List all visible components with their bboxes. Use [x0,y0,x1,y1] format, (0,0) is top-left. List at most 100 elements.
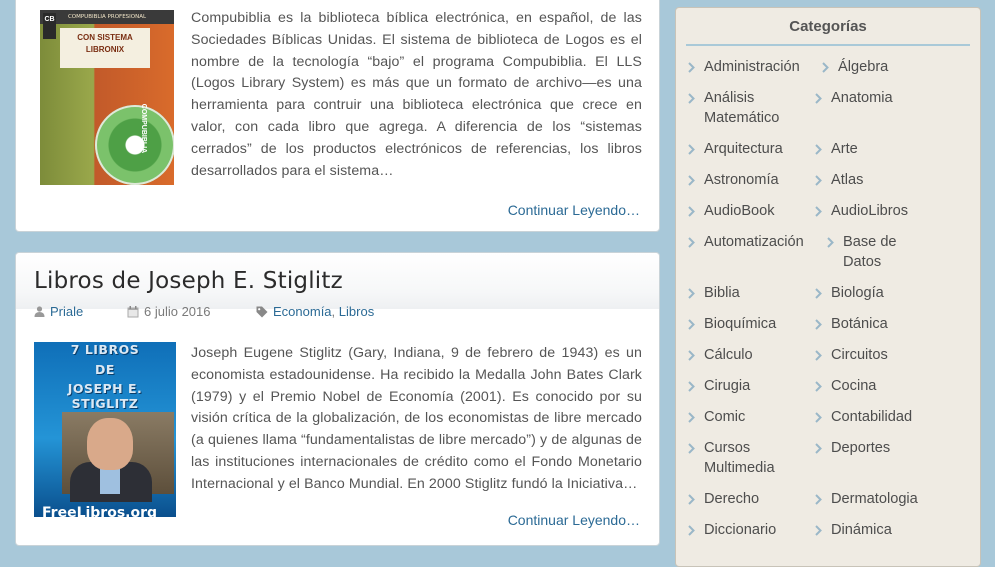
category-item[interactable]: Dermatologia [815,489,918,509]
read-more-link[interactable]: Continuar Leyendo… [508,202,640,218]
category-item[interactable]: Biblia [688,283,740,303]
category-item[interactable]: Botánica [815,314,888,334]
category-label: Atlas [831,172,864,188]
post-thumbnail[interactable]: COMPUBIBLIA PROFESIONAL CB CON SISTEMA L… [40,10,174,185]
cover-brand: FreeLibros.org [42,505,158,517]
post-date: 6 julio 2016 [127,304,211,319]
category-label: Bioquímica [704,316,777,332]
category-item[interactable]: Cocina [815,376,876,396]
category-label: Dermatologia [831,491,918,507]
category-label: Cirugia [704,378,751,394]
category-label: Dinámica [831,522,892,538]
chevron-right-icon [815,350,822,361]
category-label: Datos [843,254,882,270]
category-item[interactable]: Contabilidad [815,407,912,427]
category-item[interactable]: Comic [688,407,746,427]
chevron-right-icon [688,237,695,248]
cover-title-line: LIBRONIX [85,45,125,54]
categories-widget: Categorías Administración Álgebra Análisis… [675,7,981,567]
date-text: 6 julio 2016 [144,304,211,319]
chevron-right-icon [688,93,695,104]
chevron-right-icon [688,144,695,155]
category-label: Cursos [704,440,751,456]
category-label: AudioLibros [831,203,909,219]
category-label: Diccionario [704,522,777,538]
photo-face [87,418,133,470]
category-item[interactable]: Cirugia [688,376,751,396]
cover-title: CON SISTEMA LIBRONIX [60,28,150,68]
chevron-right-icon [815,412,822,423]
category-item[interactable]: Cálculo [688,345,753,365]
category-item[interactable]: AudioLibros [815,201,909,221]
post-categories: Economía, Libros [256,304,374,319]
category-link[interactable]: Libros [339,304,374,319]
post-card: Libros de Joseph E. Stiglitz Priale 6 ju… [15,252,660,546]
chevron-right-icon [688,350,695,361]
category-label: Biblia [704,285,740,301]
author-photo [62,412,174,502]
category-label: Base de [843,234,897,250]
chevron-right-icon [688,206,695,217]
cover-line: JOSEPH E. STIGLITZ [67,381,143,411]
category-item[interactable]: Administración [688,57,800,77]
category-label: Arquitectura [704,141,783,157]
category-item[interactable]: Derecho [688,489,760,509]
post-card: COMPUBIBLIA PROFESIONAL CB CON SISTEMA L… [15,0,660,232]
category-label: Administración [704,59,800,75]
category-label: Análisis [704,90,755,106]
chevron-right-icon [815,319,822,330]
category-separator: , [331,304,336,319]
post-title[interactable]: Libros de Joseph E. Stiglitz [34,268,343,294]
chevron-right-icon [815,443,822,454]
disc-label: COMPUBIBLIA [140,103,148,154]
category-label: Anatomia [831,90,893,106]
category-item[interactable]: Astronomía [688,170,779,190]
category-item[interactable]: Anatomia [815,88,893,108]
category-item[interactable]: Arquitectura [688,139,783,159]
category-label: Circuitos [831,347,888,363]
category-item[interactable]: Atlas [815,170,864,190]
category-label: Botánica [831,316,888,332]
category-link[interactable]: Economía [273,304,332,319]
category-item[interactable]: Circuitos [815,345,888,365]
category-item[interactable]: Deportes [815,438,890,458]
category-label: Astronomía [704,172,779,188]
category-item[interactable]: Álgebra [822,57,888,77]
category-item[interactable]: Diccionario [688,520,777,540]
category-item[interactable]: Dinámica [815,520,892,540]
category-label: Derecho [704,491,760,507]
chevron-right-icon [688,412,695,423]
category-item[interactable]: Biología [815,283,884,303]
category-label: AudioBook [704,203,775,219]
chevron-right-icon [815,494,822,505]
category-label: Matemático [704,110,780,126]
category-item[interactable]: Cursos Multimedia [688,438,775,478]
chevron-right-icon [815,525,822,536]
chevron-right-icon [815,206,822,217]
chevron-right-icon [815,93,822,104]
category-item[interactable]: Arte [815,139,858,159]
chevron-right-icon [815,175,822,186]
category-item[interactable]: Automatización [688,232,804,252]
cover-line: DE [95,362,115,377]
chevron-right-icon [688,381,695,392]
chevron-right-icon [688,443,695,454]
category-label: Comic [704,409,746,425]
read-more-link[interactable]: Continuar Leyendo… [508,512,640,528]
category-item[interactable]: Bioquímica [688,314,777,334]
chevron-right-icon [815,144,822,155]
chevron-right-icon [822,62,829,73]
cover-band: COMPUBIBLIA PROFESIONAL [40,10,174,24]
category-label: Multimedia [704,460,775,476]
category-label: Biología [831,285,884,301]
cover-logo: CB [43,13,56,39]
cover-title-line: CON SISTEMA [77,33,133,42]
chevron-right-icon [688,494,695,505]
post-excerpt: Compubiblia es la biblioteca bíblica ele… [191,10,642,179]
chevron-right-icon [688,175,695,186]
category-item[interactable]: Análisis Matemático [688,88,780,128]
author-link[interactable]: Priale [50,304,83,319]
post-thumbnail[interactable]: 7 LIBROS DE JOSEPH E. STIGLITZ FreeLibro… [34,342,176,517]
category-item[interactable]: Base de Datos [827,232,897,272]
category-item[interactable]: AudioBook [688,201,775,221]
